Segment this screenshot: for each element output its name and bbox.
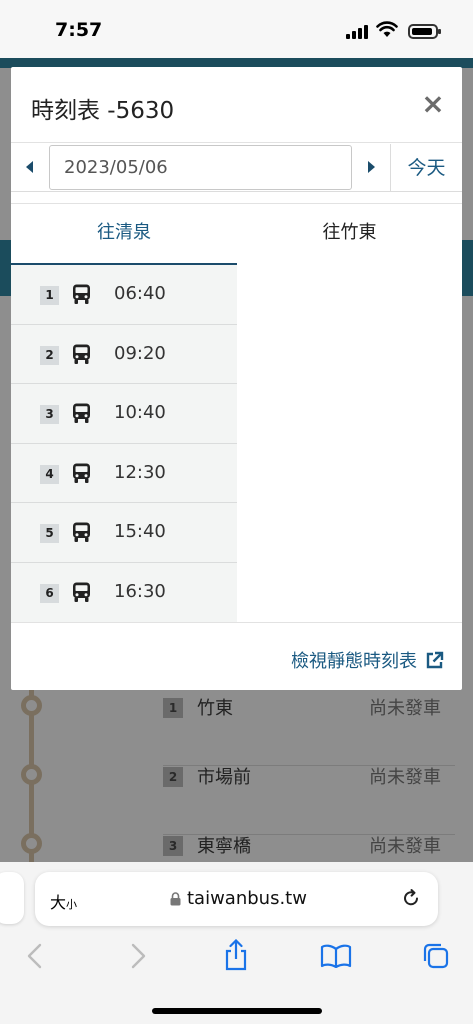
departure-number: 3 (40, 405, 59, 424)
schedule-row[interactable]: 4 12:30 (11, 444, 237, 503)
departure-number: 4 (40, 464, 59, 484)
address-bar[interactable]: 大小 taiwanbus.tw (35, 872, 438, 926)
bus-icon (73, 403, 90, 423)
status-bar: 7:57 (0, 0, 473, 58)
stop-number: 3 (163, 836, 183, 856)
stop-status: 尚未發車 (369, 698, 441, 719)
bus-icon (73, 463, 90, 483)
date-navigator: 2023/05/06 今天 (11, 144, 462, 192)
stop-name: 東寧橋 (197, 836, 251, 857)
date-field[interactable]: 2023/05/06 (49, 145, 352, 190)
departure-time: 15:40 (114, 521, 166, 542)
departure-number: 5 (40, 524, 59, 543)
static-timetable-label: 檢視靜態時刻表 (291, 651, 417, 672)
schedule-row[interactable]: 3 10:40 (11, 384, 237, 444)
stop-dot-icon (21, 833, 42, 854)
departure-time: 09:20 (114, 342, 166, 364)
stop-name: 市場前 (197, 767, 251, 788)
battery-icon (408, 24, 441, 39)
next-day-button[interactable] (353, 144, 389, 192)
departure-number: 1 (40, 286, 59, 305)
stop-dot-icon (21, 695, 42, 716)
stop-status: 尚未發車 (369, 767, 441, 788)
stop-row: 1 竹東 尚未發車 (163, 698, 455, 766)
url-text: taiwanbus.tw (187, 888, 307, 909)
text-size-button[interactable]: 大小 (50, 889, 77, 913)
departure-time: 10:40 (114, 402, 166, 423)
background-tab-strip (461, 240, 473, 296)
caret-left-icon (26, 161, 33, 173)
text-size-small: 小 (66, 898, 78, 911)
bus-icon (73, 522, 90, 542)
bus-icon (73, 582, 90, 602)
signal-icon (346, 25, 368, 39)
schedule-row[interactable]: 1 06:40 (11, 265, 237, 325)
bus-icon (73, 344, 90, 364)
departure-time: 16:30 (114, 580, 166, 602)
home-indicator (152, 1008, 322, 1014)
tab-direction-1[interactable]: 往清泉 (11, 204, 237, 266)
bus-icon (73, 284, 90, 304)
direction-tabs: 往清泉 往竹東 (11, 203, 462, 266)
previous-day-button[interactable] (11, 144, 47, 192)
departure-time: 06:40 (114, 283, 166, 304)
lock-icon (170, 891, 181, 905)
schedule-list: 1 06:40 2 09:20 3 10:40 4 12:30 5 15:40 … (11, 265, 237, 622)
reload-icon[interactable] (401, 888, 421, 908)
back-icon[interactable] (26, 943, 44, 969)
wifi-icon (376, 21, 398, 37)
forward-icon[interactable] (129, 943, 147, 969)
url-display[interactable]: taiwanbus.tw (170, 888, 307, 909)
close-button[interactable]: × (416, 85, 450, 123)
previous-tab-preview[interactable] (0, 872, 24, 924)
timetable-modal: 時刻表 -5630 × 2023/05/06 今天 往清泉 往竹東 1 06:4… (11, 67, 462, 690)
tab-direction-2[interactable]: 往竹東 (237, 204, 462, 266)
today-button[interactable]: 今天 (390, 144, 462, 192)
stop-status: 尚未發車 (369, 836, 441, 857)
stop-row: 2 市場前 尚未發車 (163, 767, 455, 835)
schedule-row[interactable]: 6 16:30 (11, 563, 237, 623)
stop-name: 竹東 (197, 698, 233, 719)
modal-title: 時刻表 -5630 (31, 98, 175, 124)
departure-number: 6 (40, 583, 59, 603)
bookmarks-icon[interactable] (320, 944, 352, 968)
stop-number: 1 (163, 698, 183, 718)
departure-time: 12:30 (114, 461, 166, 483)
schedule-row[interactable]: 2 09:20 (11, 325, 237, 384)
modal-header: 時刻表 -5630 × (11, 67, 462, 143)
static-timetable-link[interactable]: 檢視靜態時刻表 (291, 647, 444, 673)
caret-right-icon (368, 161, 375, 173)
share-icon[interactable] (223, 939, 249, 971)
departure-number: 2 (40, 345, 59, 365)
external-link-icon (426, 651, 444, 668)
tabs-icon[interactable] (422, 942, 450, 970)
schedule-row[interactable]: 5 15:40 (11, 503, 237, 563)
text-size-big: 大 (50, 893, 67, 912)
stop-number: 2 (163, 767, 183, 787)
status-time: 7:57 (55, 19, 103, 41)
modal-footer: 檢視靜態時刻表 (11, 622, 462, 690)
stop-dot-icon (21, 764, 42, 785)
